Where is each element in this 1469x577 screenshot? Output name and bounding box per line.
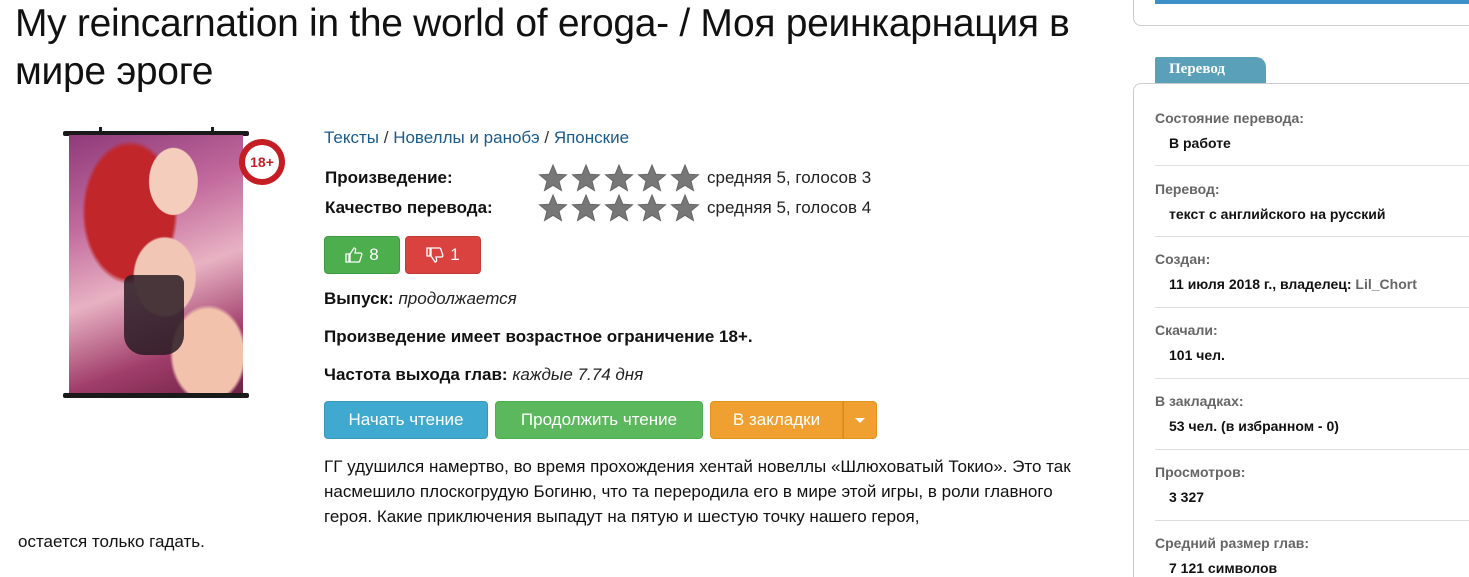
bookmark-button[interactable]: В закладки [710,401,843,439]
star-icon[interactable] [636,163,668,193]
star-icon[interactable] [537,163,569,193]
cover-image[interactable] [63,127,249,399]
star-icon[interactable] [570,163,602,193]
sidebar-top-panel [1133,0,1469,26]
sidebar-key: Просмотров: [1155,464,1246,480]
sidebar-item-created: Создан: 11 июля 2018 г., владелец: Lil_C… [1155,251,1469,292]
release-status: Выпуск: продолжается [324,289,517,309]
release-frequency: Частота выхода глав: каждые 7.74 дня [324,365,643,385]
description-tail: остается только гадать. [18,532,205,551]
age-notice: Произведение имеет возрастное ограничени… [324,327,753,347]
description: ГГ удушился намертво, во время прохожден… [324,457,1071,526]
owner-link[interactable]: Lil_Chort [1355,276,1416,292]
sidebar-item-status: Состояние перевода: В работе [1155,110,1469,151]
age-rating-badge: 18+ [239,139,285,185]
sidebar-value: В работе [1169,135,1231,151]
sidebar-key: Создан: [1155,251,1211,267]
divider [1155,307,1469,308]
star-icon[interactable] [669,193,701,223]
page-title: My reincarnation in the world of eroga- … [15,2,1070,93]
rating-score: средняя 5, голосов 4 [707,198,872,217]
sidebar-item-views: Просмотров: 3 327 [1155,464,1469,505]
tab-translation[interactable]: Перевод [1155,57,1266,83]
bookmark-dropdown-toggle[interactable] [843,401,877,439]
vote-down-button[interactable]: 1 [405,236,481,274]
rating-label: Произведение: [325,168,453,187]
breadcrumb-separator: / [379,128,394,147]
release-label: Выпуск: [324,289,394,308]
divider [1155,449,1469,450]
vote-down-count: 1 [450,245,460,264]
star-icon[interactable] [669,163,701,193]
breadcrumb-novels[interactable]: Новеллы и ранобэ [393,128,539,147]
sidebar-value: текст с английского на русский [1169,206,1386,222]
star-icon[interactable] [570,193,602,223]
rating-label: Качество перевода: [325,198,493,217]
sidebar-key: В закладках: [1155,393,1244,409]
sidebar-item-downloads: Скачали: 101 чел. [1155,322,1469,363]
star-icon[interactable] [636,193,668,223]
caret-down-icon [855,417,865,423]
rating-score: средняя 5, голосов 3 [707,168,872,187]
vote-up-count: 8 [369,245,379,264]
sidebar-item-chapter-size: Средний размер глав: 7 121 символов [1155,535,1469,576]
frequency-value: каждые 7.74 дня [512,365,644,384]
sidebar-value: 101 чел. [1169,347,1225,363]
sidebar-item-bookmarks: В закладках: 53 чел. (в избранном - 0) [1155,393,1469,434]
hook-icon [99,127,102,135]
rating-row-work: Произведение: средняя 5, голосов 3 [325,163,871,193]
scroll-rod-bottom [63,393,249,398]
divider [1155,165,1469,166]
sidebar-value: 3 327 [1169,489,1205,505]
sidebar-value: 11 июля 2018 г., владелец: [1169,276,1352,292]
divider [1155,520,1469,521]
star-rating[interactable] [537,163,701,193]
breadcrumb-texts[interactable]: Тексты [324,128,379,147]
sidebar-item-translation: Перевод: текст с английского на русский [1155,181,1469,222]
thumbs-up-icon [345,247,363,263]
cover-art [69,135,243,393]
star-icon[interactable] [603,163,635,193]
vote-up-button[interactable]: 8 [324,236,400,274]
sidebar-key: Скачали: [1155,322,1218,338]
age-notice-text: Произведение имеет возрастное ограничени… [324,327,753,346]
age-rating-label: 18+ [245,145,279,179]
sidebar-top-bar [1155,0,1469,4]
sidebar-value-row: 11 июля 2018 г., владелец: Lil_Chort [1169,276,1469,292]
sidebar-value: 53 чел. (в избранном - 0) [1169,418,1339,434]
breadcrumb-japanese[interactable]: Японские [554,128,629,147]
sidebar-key: Состояние перевода: [1155,110,1304,126]
start-reading-button[interactable]: Начать чтение [324,401,488,439]
frequency-label: Частота выхода глав: [324,365,508,384]
breadcrumb-separator: / [539,128,554,147]
release-value: продолжается [398,289,517,308]
star-icon[interactable] [603,193,635,223]
star-rating[interactable] [537,193,701,223]
star-icon[interactable] [537,193,569,223]
hook-icon [211,127,214,135]
divider [1155,236,1469,237]
divider [1155,378,1469,379]
continue-reading-button[interactable]: Продолжить чтение [495,401,703,439]
sidebar-value: 7 121 символов [1169,560,1278,576]
thumbs-down-icon [426,247,444,263]
breadcrumb: Тексты / Новеллы и ранобэ / Японские [324,128,629,148]
rating-row-translation: Качество перевода: средняя 5, голосов 4 [325,193,871,223]
sidebar-key: Перевод: [1155,181,1220,197]
sidebar-key: Средний размер глав: [1155,535,1310,551]
